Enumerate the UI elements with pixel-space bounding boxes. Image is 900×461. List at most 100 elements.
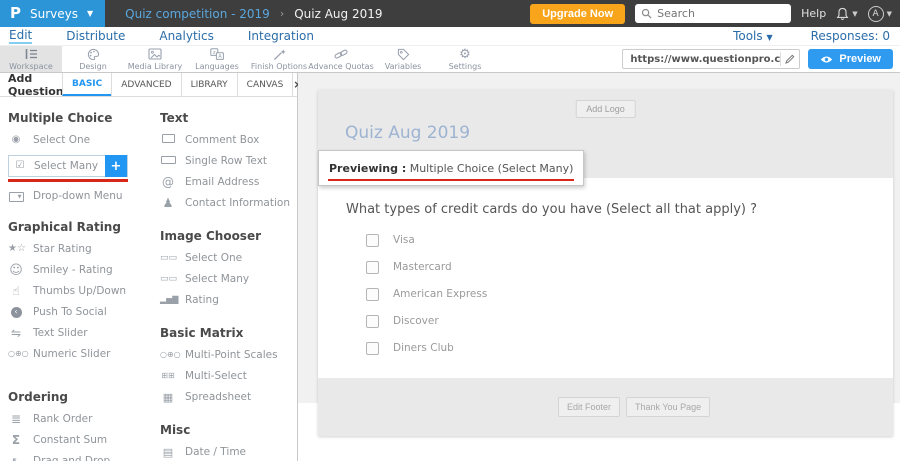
questionpro-logo-icon: P (10, 6, 21, 21)
item-image-rating[interactable]: ▂▅▇ Rating (160, 294, 297, 306)
responses-count[interactable]: Responses: 0 (811, 29, 890, 43)
item-email-address[interactable]: @ Email Address (160, 176, 297, 188)
section-misc: Misc (160, 423, 297, 437)
edit-url-pencil-icon[interactable] (780, 52, 795, 66)
text-input-icon (160, 156, 176, 167)
item-date-time[interactable]: ▤ Date / Time (160, 446, 297, 458)
translate-icon: zA (210, 48, 224, 61)
tab-library[interactable]: LIBRARY (181, 73, 237, 96)
panel-column-2: Text Comment Box Single Row Text @ Email… (148, 97, 297, 461)
section-ordering: Ordering (8, 390, 148, 404)
tool-languages[interactable]: zA Languages (186, 46, 248, 72)
menu-distribute[interactable]: Distribute (66, 29, 125, 43)
radio-stack-icon: ◉ (8, 135, 24, 145)
survey-preview-card: Add Logo Quiz Aug 2019 Previewing : Mult… (318, 90, 893, 436)
item-select-many-highlighted[interactable]: ☑ Select Many + (8, 155, 128, 177)
add-select-many-button[interactable]: + (105, 155, 127, 177)
tool-advance-quotas[interactable]: Advance Quotas (310, 46, 372, 72)
menu-integration[interactable]: Integration (248, 29, 314, 43)
tool-settings[interactable]: ⚙ Settings (434, 46, 496, 72)
tab-advanced[interactable]: ADVANCED (111, 73, 180, 96)
tab-canvas[interactable]: CANVAS (237, 73, 293, 96)
image-icon (148, 48, 162, 61)
red-underline (328, 179, 574, 181)
tool-variables[interactable]: Variables (372, 46, 434, 72)
person-icon: ♟ (160, 197, 176, 209)
section-multiple-choice: Multiple Choice (8, 111, 148, 125)
item-constant-sum[interactable]: Σ Constant Sum (8, 434, 148, 446)
menu-edit[interactable]: Edit (9, 28, 32, 44)
question-text: What types of credit cards do you have (… (346, 202, 865, 217)
survey-title: Quiz Aug 2019 (345, 123, 470, 143)
item-multi-point-scales[interactable]: ○⊕○ Multi-Point Scales (160, 349, 297, 361)
tools-dropdown[interactable]: Tools ▼ (733, 29, 773, 43)
add-logo-button[interactable]: Add Logo (575, 100, 636, 118)
breadcrumb-separator-icon: › (280, 7, 284, 20)
chain-link-icon (334, 48, 348, 61)
item-comment-box[interactable]: Comment Box (160, 134, 297, 146)
item-star-rating[interactable]: ★☆ Star Rating (8, 243, 148, 255)
search-input[interactable] (657, 7, 777, 20)
edit-footer-button[interactable]: Edit Footer (558, 397, 620, 417)
menu-analytics[interactable]: Analytics (159, 29, 214, 43)
notifications-menu[interactable]: ▼ (836, 7, 857, 21)
eye-icon (820, 55, 833, 64)
item-single-row-text[interactable]: Single Row Text (160, 155, 297, 167)
item-numeric-slider[interactable]: ○⊕○ Numeric Slider (8, 348, 148, 360)
section-image-chooser: Image Chooser (160, 229, 297, 243)
section-basic-matrix: Basic Matrix (160, 326, 297, 340)
panel-body: Multiple Choice ◉ Select One ☑ Select Ma… (0, 97, 297, 461)
survey-toolbar: Workspace Design Media Library zA Langua… (0, 46, 900, 73)
surveys-menu[interactable]: P Surveys ▼ (0, 0, 105, 27)
item-image-select-one[interactable]: ▭▭ Select One (160, 252, 297, 264)
red-underline (8, 179, 128, 182)
checkbox[interactable] (366, 261, 379, 274)
slider-icon: ⇋ (8, 327, 24, 339)
search-box[interactable] (635, 4, 791, 23)
search-icon (641, 8, 652, 19)
item-smiley-rating[interactable]: ☺ Smiley - Rating (8, 264, 148, 276)
item-spreadsheet[interactable]: ▦ Spreadsheet (160, 391, 297, 403)
upgrade-now-button[interactable]: Upgrade Now (530, 4, 625, 24)
tab-basic[interactable]: BASIC (62, 73, 111, 96)
gear-icon: ⚙ (459, 48, 471, 61)
checkbox[interactable] (366, 315, 379, 328)
item-rank-order[interactable]: ≣ Rank Order (8, 413, 148, 425)
checkbox[interactable] (366, 288, 379, 301)
tool-finish-options[interactable]: Finish Options (248, 46, 310, 72)
item-image-select-many[interactable]: ▭▭ Select Many (160, 273, 297, 285)
avatar: A (868, 6, 884, 22)
toolbar-right-group: Preview (622, 46, 900, 72)
tool-workspace[interactable]: Workspace (0, 46, 62, 72)
previewing-tooltip-label: Previewing : (329, 162, 406, 175)
tool-design[interactable]: Design (62, 46, 124, 72)
item-push-to-social[interactable]: ‹ Push To Social (8, 306, 148, 318)
add-question-title: Add Question (0, 73, 62, 96)
item-multi-select[interactable]: ⊞⊞ Multi-Select (160, 370, 297, 382)
help-link[interactable]: Help (801, 7, 826, 20)
item-text-slider[interactable]: ⇋ Text Slider (8, 327, 148, 339)
breadcrumb-parent[interactable]: Quiz competition - 2019 (125, 7, 270, 21)
checkbox[interactable] (366, 342, 379, 355)
item-select-one[interactable]: ◉ Select One (8, 134, 148, 146)
preview-button[interactable]: Preview (808, 49, 893, 69)
tool-media-library[interactable]: Media Library (124, 46, 186, 72)
preview-backdrop: Add Logo Quiz Aug 2019 Previewing : Mult… (298, 73, 900, 403)
multi-point-icon: ○⊕○ (160, 351, 176, 359)
breadcrumb: Quiz competition - 2019 › Quiz Aug 2019 (125, 7, 382, 21)
checkbox[interactable] (366, 234, 379, 247)
add-question-panel: Add Question BASIC ADVANCED LIBRARY CANV… (0, 73, 298, 461)
account-menu[interactable]: A ▼ (868, 6, 892, 22)
survey-url-input[interactable] (630, 54, 780, 65)
sigma-icon: Σ (8, 434, 24, 446)
item-contact-information[interactable]: ♟ Contact Information (160, 197, 297, 209)
item-drop-down-menu[interactable]: ▼ Drop-down Menu (8, 190, 148, 202)
image-pair-icon: ▭▭ (160, 254, 176, 263)
item-thumbs-up-down[interactable]: ☝ Thumbs Up/Down (8, 285, 148, 297)
thank-you-page-button[interactable]: Thank You Page (626, 397, 710, 417)
drag-cursor-icon: ↖ (8, 456, 24, 461)
option-row-mastercard: Mastercard (366, 260, 865, 274)
option-row-discover: Discover (366, 314, 865, 328)
item-drag-and-drop[interactable]: ↖ Drag and Drop (8, 455, 148, 461)
top-bar: P Surveys ▼ Quiz competition - 2019 › Qu… (0, 0, 900, 27)
